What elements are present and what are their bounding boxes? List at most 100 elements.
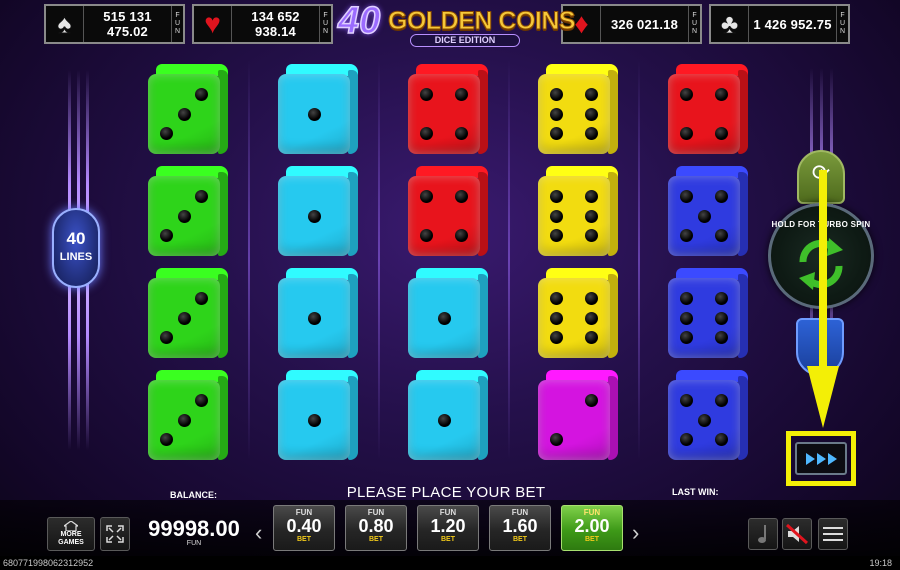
die-pip [455,127,468,140]
die-pip [455,88,468,101]
die-pip [195,88,208,101]
die-symbol [278,64,358,154]
die-pip [585,209,598,223]
die-symbol [668,268,748,358]
die-symbol [668,166,748,256]
status-message: PLEASE PLACE YOUR BET [346,484,546,501]
die-pip [195,292,208,305]
die-pip [697,413,711,427]
die-pip [550,311,563,325]
speaker-muted-icon [785,523,809,545]
logo-title: GOLDEN COINS [387,7,576,36]
die-pip [307,107,321,121]
music-button[interactable] [748,518,778,550]
heart-icon: ♥ [194,6,232,42]
jackpot-currency: FUN [836,6,848,42]
die-pip [195,190,208,203]
die-pip [160,433,173,446]
logo-number: 40 [337,0,381,43]
more-games-label-2: GAMES [58,539,84,546]
die-pip [715,229,728,242]
die-pip [680,311,693,325]
more-games-label-1: MORE [60,531,82,538]
jackpot-currency: FUN [319,6,331,42]
clock: 19:18 [869,558,892,568]
bet-button-1.20[interactable]: FUN 1.20 BET [417,505,479,551]
die-pip [585,311,598,325]
die-symbol [278,166,358,256]
die-pip [160,331,173,344]
bet-value: 2.00 [574,516,610,536]
jackpot-diamonds: ♦ 326 021.18 FUN [561,4,702,44]
die-pip [715,394,728,407]
jackpot-value: 515 131 475.02 [103,9,152,39]
reels-area [112,50,772,470]
die-pip [585,127,598,140]
die-symbol [278,268,358,358]
die-pip [680,433,693,446]
die-symbol [538,370,618,460]
balance-display: 99998.00 FUN [135,516,253,547]
logo-edition: DICE EDITION [410,34,520,47]
die-pip [550,229,563,242]
status-bar: 680771998062312952 19:18 [0,556,900,570]
jackpot-clubs: ♣ 1 426 952.75 FUN [709,4,850,44]
die-pip [550,292,563,305]
menu-button[interactable] [818,518,848,550]
die-symbol [148,268,228,358]
die-pip [160,127,173,140]
bet-button-0.80[interactable]: FUN 0.80 BET [345,505,407,551]
die-pip [550,127,563,140]
die-pip [420,229,433,242]
more-games-button[interactable]: MORE GAMES [47,517,95,551]
die-pip [585,190,598,203]
die-pip [550,88,563,101]
fullscreen-button[interactable] [100,517,130,551]
bet-prev-chevron[interactable]: ‹ [255,520,262,546]
die-pip [697,209,711,223]
die-pip [585,394,598,407]
house-icon [64,521,78,531]
expand-icon [106,525,124,543]
club-icon: ♣ [711,6,749,42]
die-pip [307,209,321,223]
bet-button-1.60[interactable]: FUN 1.60 BET [489,505,551,551]
die-symbol [408,268,488,358]
die-pip [177,209,191,223]
die-pip [177,311,191,325]
bet-value: 1.60 [502,516,538,536]
die-pip [177,413,191,427]
die-pip [680,331,693,344]
sound-button[interactable] [782,518,812,550]
last-win-label: LAST WIN: [672,487,719,497]
music-note-icon [758,525,766,543]
session-id: 680771998062312952 [3,558,94,568]
die-symbol [148,64,228,154]
bet-button-2.00[interactable]: FUN 2.00 BET [561,505,623,551]
spade-icon: ♠ [46,6,84,42]
die-symbol [538,268,618,358]
lines-indicator: 40 LINES [52,208,100,288]
die-pip [680,394,693,407]
game-logo: 40 GOLDEN COINS DICE EDITION [337,0,576,48]
bet-value: 0.80 [358,516,394,536]
die-pip [680,229,693,242]
die-pip [680,292,693,305]
bet-label: BET [585,536,599,543]
die-pip [715,88,728,101]
bet-button-0.40[interactable]: FUN 0.40 BET [273,505,335,551]
die-pip [160,229,173,242]
die-pip [550,190,563,203]
die-pip [715,190,728,203]
bet-next-chevron[interactable]: › [632,520,639,546]
bet-value: 1.20 [430,516,466,536]
die-symbol [148,370,228,460]
die-pip [585,229,598,242]
bet-label: BET [513,536,527,543]
die-pip [177,107,191,121]
die-pip [307,311,321,325]
die-symbol [538,64,618,154]
jackpot-currency: FUN [171,6,183,42]
die-pip [437,413,451,427]
die-pip [307,413,321,427]
